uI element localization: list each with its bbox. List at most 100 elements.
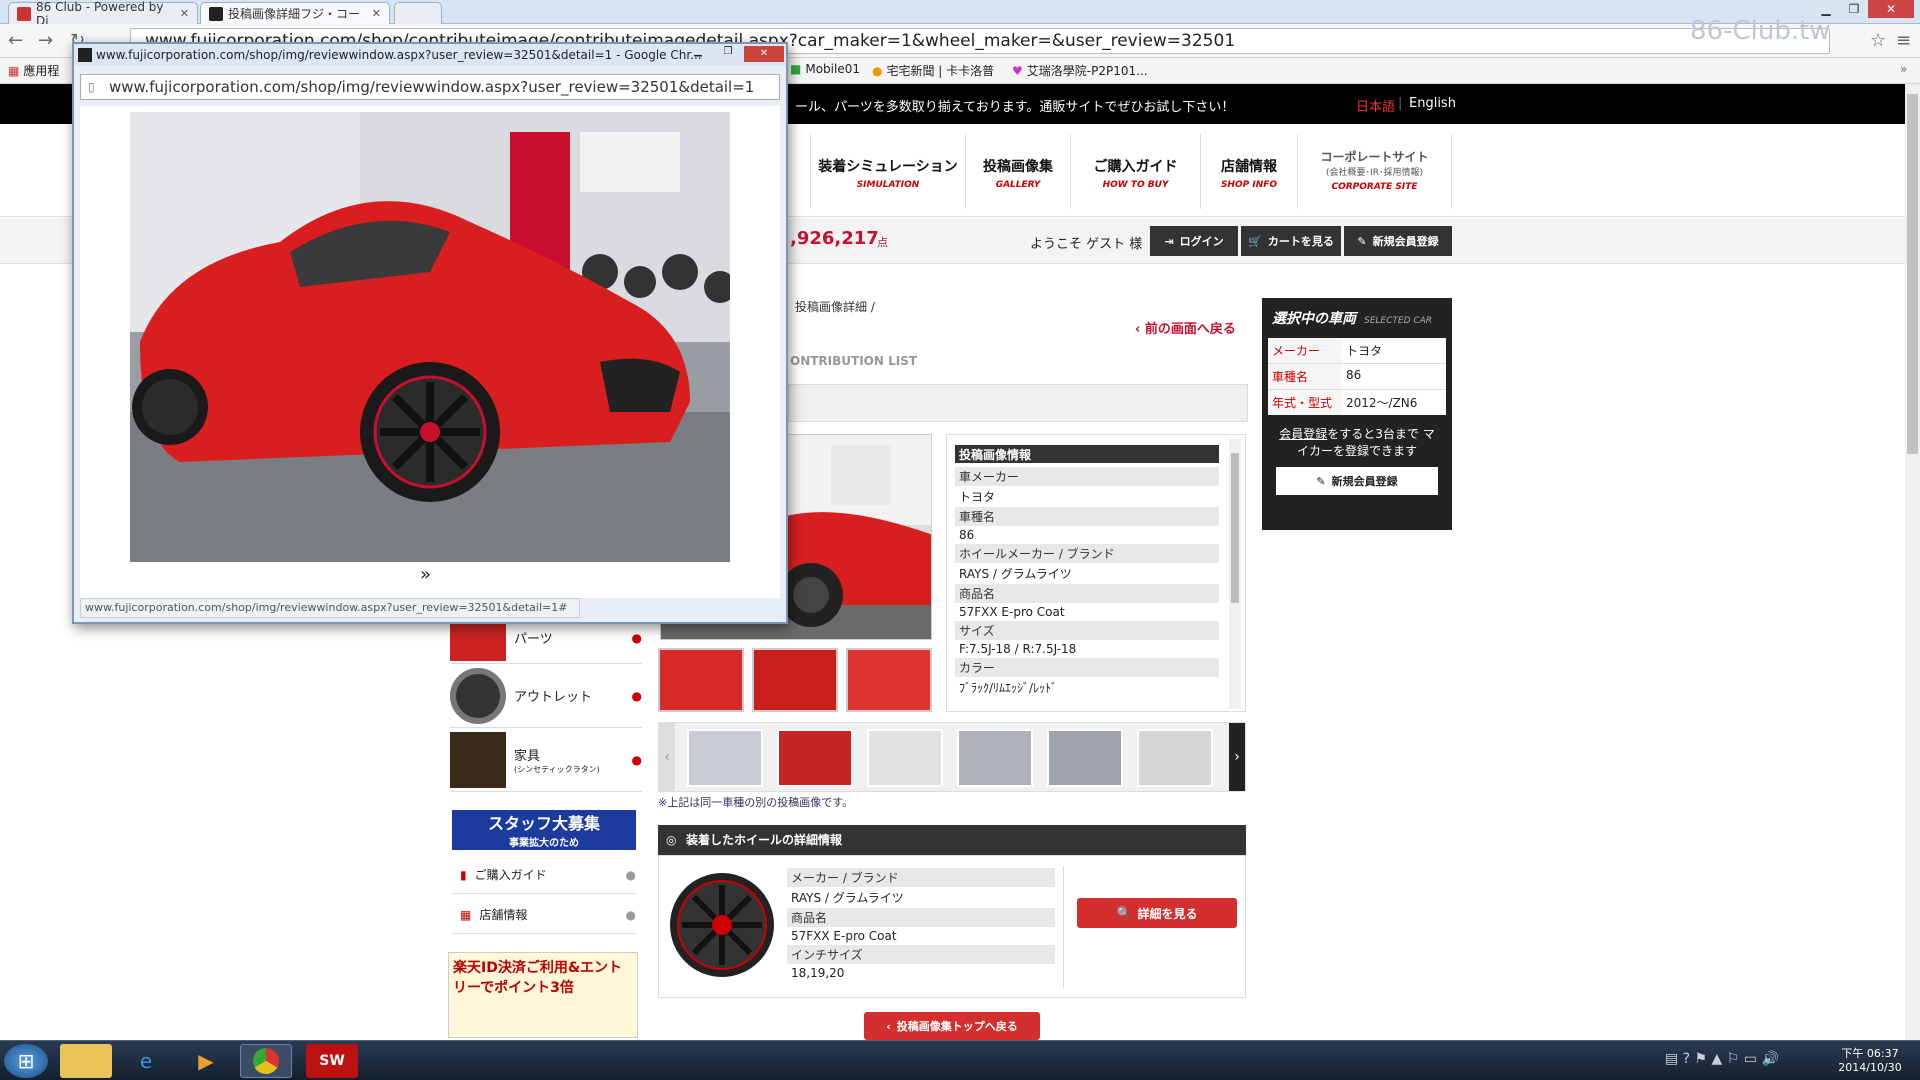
more-bookmarks-icon[interactable]: » — [1900, 62, 1907, 76]
close-icon[interactable]: ✕ — [180, 7, 189, 20]
explorer-icon[interactable] — [60, 1044, 112, 1078]
media-player-icon[interactable]: ▶ — [180, 1044, 232, 1078]
close-icon[interactable]: ✕ — [372, 7, 381, 20]
bookmark-icon: ● — [872, 63, 883, 78]
ie-icon[interactable]: e — [120, 1044, 172, 1078]
heart-icon: ♥ — [1012, 63, 1023, 78]
image-info-panel: 投稿画像情報 車メーカー トヨタ 車種名 86 ホイールメーカー / ブランド RAY… — [946, 434, 1246, 712]
book-icon: ▮ — [460, 867, 467, 882]
wheel-info-list: メーカー / ブランド RAYS / グラムライツ 商品名 57FXX E-pro … — [787, 868, 1055, 982]
sidebar-link-shop[interactable]: ▦ 店舗情報 ● — [452, 896, 636, 934]
thumbnail[interactable] — [846, 648, 932, 712]
list-title: ONTRIBUTION LIST — [790, 354, 918, 368]
carousel-next-icon[interactable]: › — [1229, 723, 1245, 791]
carousel-thumbnail[interactable] — [1137, 729, 1213, 787]
nav-how-to-buy[interactable]: ご購入ガイド HOW TO BUY — [1070, 134, 1200, 209]
restore-icon[interactable]: ❐ — [714, 46, 742, 62]
carousel-thumbnail[interactable] — [957, 729, 1033, 787]
tab-favicon — [209, 6, 223, 21]
wheel-icon: ◎ — [666, 833, 677, 847]
tab-86club[interactable]: 86 Club - Powered by Di ✕ — [8, 0, 198, 28]
arrow-icon: ● — [625, 907, 636, 922]
breadcrumb: 投稿画像詳細 / — [795, 300, 875, 314]
thumbnail[interactable] — [752, 648, 838, 712]
page-scrollbar[interactable] — [1905, 84, 1920, 1040]
thumbnail[interactable] — [658, 648, 744, 712]
carousel-thumbnail[interactable] — [687, 729, 763, 787]
back-icon[interactable]: ← — [8, 30, 23, 51]
bookmark-apps[interactable]: ▦ 應用程 — [8, 62, 59, 79]
nav-gallery[interactable]: 投稿画像集 GALLERY — [965, 134, 1070, 209]
windows-icon: ⊞ — [17, 1049, 35, 1073]
windows-taskbar: ⊞ e ▶ SW ▤ ? ⚑ ▲ ⚐ ▭ 🔊 下午 06:37 2014/10/… — [0, 1040, 1920, 1080]
next-image-icon[interactable]: » — [420, 564, 431, 585]
nav-corporate[interactable]: コーポレートサイト (会社概要･IR･採用情報) CORPORATE SITE — [1297, 134, 1452, 209]
selected-car-box: 選択中の車両 SELECTED CAR メーカー トヨタ 車種名 86 年式・型式 2… — [1262, 298, 1452, 530]
lang-jp-link[interactable]: 日本語 — [1356, 96, 1395, 115]
tab-fuji[interactable]: 投稿画像詳細フジ・コー ✕ — [200, 2, 390, 24]
popup-url[interactable]: www.fujicorporation.com/shop/img/revieww… — [80, 74, 780, 100]
category-sidebar: パーツ ● アウトレット ● 家具 (シンセティックラタン) ● — [450, 612, 642, 802]
arrow-icon: ● — [631, 630, 642, 645]
wheel-detail-header: ◎ 装着したホイールの詳細情報 — [658, 825, 1246, 855]
info-scrollbar[interactable] — [1229, 439, 1241, 709]
popup-body: » — [80, 106, 780, 598]
tray-icons[interactable]: ▤ ? ⚑ ▲ ⚐ ▭ 🔊 — [1665, 1051, 1779, 1067]
tab-label: 投稿画像詳細フジ・コー — [228, 7, 361, 21]
start-button[interactable]: ⊞ — [4, 1044, 48, 1078]
rakuten-banner[interactable]: 楽天ID決済ご利用&エントリーでポイント3倍 — [448, 952, 638, 1038]
apps-icon: ▦ — [8, 63, 20, 78]
register-button[interactable]: ✎ 新規会員登録 — [1344, 226, 1452, 256]
welcome-text: ようこそ ゲスト 様 — [1030, 237, 1143, 252]
login-button[interactable]: ⇥ ログイン — [1150, 226, 1238, 256]
carousel-prev-icon[interactable]: ‹ — [659, 723, 675, 791]
points-value: ,926,217 — [790, 228, 879, 249]
clock[interactable]: 下午 06:37 2014/10/30 — [1828, 1045, 1912, 1074]
nav-shop-info[interactable]: 店舗情報 SHOP INFO — [1200, 134, 1297, 209]
lang-en-link[interactable]: English — [1409, 96, 1456, 111]
arrow-icon: ● — [631, 688, 642, 703]
review-car-photo[interactable] — [130, 112, 730, 562]
carousel-thumbnail[interactable] — [777, 729, 853, 787]
restore-icon[interactable]: ❐ — [1840, 0, 1868, 18]
chevron-left-icon: ‹ — [886, 1019, 891, 1033]
close-window-icon[interactable]: ✕ — [744, 46, 784, 62]
sw-app-icon[interactable]: SW — [306, 1044, 358, 1078]
close-window-icon[interactable]: ✕ — [1868, 0, 1914, 18]
wheel-image[interactable] — [667, 870, 777, 980]
bookmark-mobile01[interactable]: ■ Mobile01 — [790, 62, 860, 76]
same-car-carousel: ‹ › — [658, 722, 1246, 792]
sidebar-item-outlet[interactable]: アウトレット ● — [450, 664, 642, 728]
new-tab-button[interactable] — [394, 2, 442, 24]
carousel-thumbnail[interactable] — [867, 729, 943, 787]
back-link[interactable]: ‹ 前の画面へ戻る — [1135, 318, 1236, 337]
chrome-icon[interactable] — [240, 1044, 292, 1078]
scrollbar-thumb[interactable] — [1231, 453, 1239, 603]
star-icon[interactable]: ☆ — [1870, 30, 1886, 51]
gallery-top-button[interactable]: ‹ 投稿画像集トップへ戻る — [864, 1012, 1040, 1040]
cart-button[interactable]: 🛒 カートを見る — [1241, 226, 1341, 256]
wheel-detail-panel: メーカー / ブランド RAYS / グラムライツ 商品名 57FXX E-pro … — [658, 855, 1246, 998]
page-icon: ▯ — [88, 80, 95, 94]
edit-icon: ✎ — [1357, 234, 1367, 248]
forward-icon[interactable]: → — [38, 30, 53, 51]
sidebar-link-guide[interactable]: ▮ ご購入ガイド ● — [452, 856, 636, 894]
staff-banner[interactable]: スタッフ大募集 事業拡大のため — [452, 810, 636, 850]
bookmark-p2p101[interactable]: ♥ 艾瑞洛學院-P2P101... — [1012, 62, 1148, 79]
register-link[interactable]: 会員登録 — [1279, 427, 1327, 441]
login-icon: ⇥ — [1164, 234, 1174, 248]
minimize-icon[interactable]: ▁ — [684, 46, 712, 62]
popup-title: www.fujicorporation.com/shop/img/revieww… — [74, 44, 786, 66]
selected-car-register-button[interactable]: ✎ 新規会員登録 — [1276, 467, 1438, 495]
browser-tab-strip: 86 Club - Powered by Di ✕ 投稿画像詳細フジ・コー ✕ … — [0, 0, 1920, 28]
carousel-thumbnail[interactable] — [1047, 729, 1123, 787]
wheel-detail-button[interactable]: 🔍 詳細を見る — [1077, 898, 1237, 928]
nav-simulation[interactable]: 装着シミュレーション SIMULATION — [810, 134, 965, 209]
menu-icon[interactable]: ≡ — [1896, 30, 1911, 51]
tab-favicon — [17, 6, 31, 21]
scrollbar-thumb[interactable] — [1907, 94, 1918, 454]
sidebar-item-furniture[interactable]: 家具 (シンセティックラタン) ● — [450, 728, 642, 792]
carousel-thumbs — [687, 729, 1213, 787]
bookmark-news[interactable]: ● 宅宅新聞 | 卡卡洛普 — [872, 62, 994, 79]
edit-icon: ✎ — [1316, 474, 1326, 488]
